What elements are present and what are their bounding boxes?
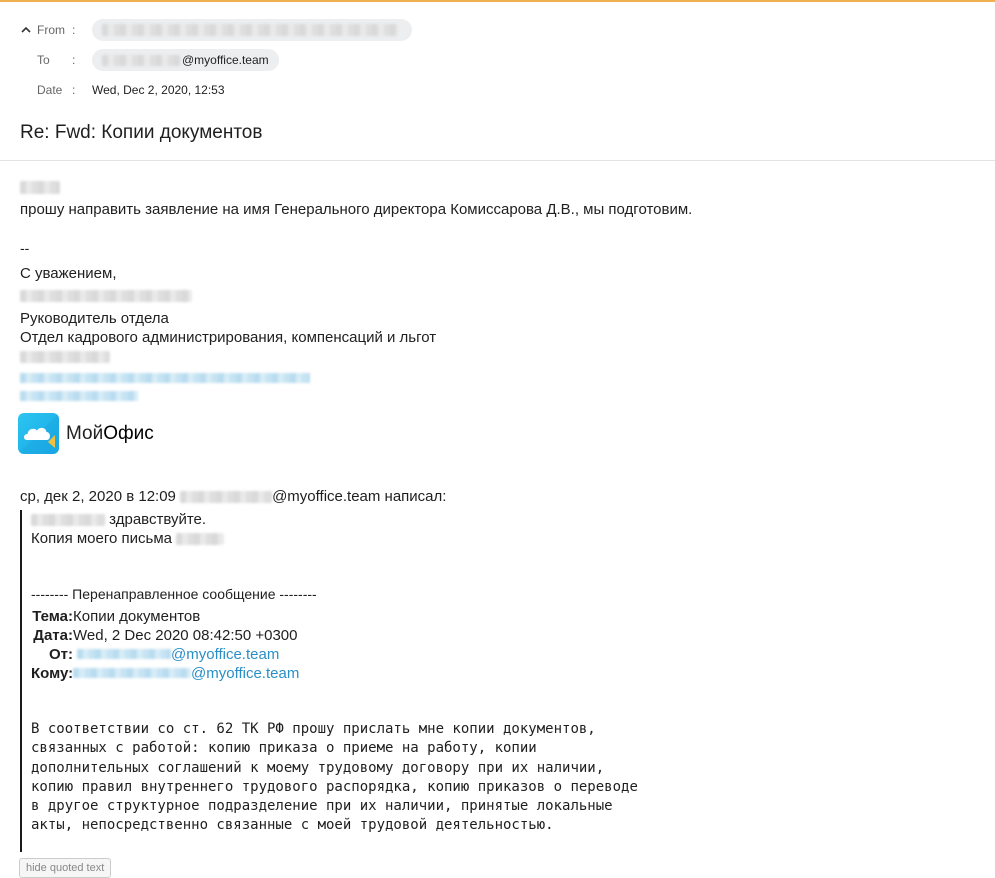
hide-quoted-text-button[interactable]: hide quoted text [19,858,112,878]
logo-wordmark: МойОфис [66,423,154,445]
redacted-greeting-name [20,181,60,198]
redacted-recipient [102,54,180,66]
to-row: To : @myoffice.team [20,49,279,71]
request-line: прошу направить заявление на имя Генерал… [20,201,693,218]
quoted-message: здравствуйте. Копия моего письма -------… [20,510,922,852]
regards-line: С уважением, [20,265,117,282]
to-colon: : [72,53,76,67]
redacted-quoted-name [31,514,105,527]
attribution-date: ср, дек 2, 2020 в 12:09 [20,488,176,505]
redacted-email-link[interactable] [20,370,310,387]
from-row: From : [20,19,412,41]
forward-subject-row: Тема:Копии документов [31,607,299,626]
attribution-author-domain: @myoffice.team написал: [272,488,447,505]
redacted-website-link[interactable] [20,388,138,405]
email-subject: Re: Fwd: Копии документов [20,122,263,143]
quote-attribution: ср, дек 2, 2020 в 12:09 @myoffice.team н… [20,488,446,505]
forward-from-key: От: [48,646,73,663]
from-colon: : [72,23,76,37]
forward-to-row: Кому: @myoffice.team [31,664,299,683]
quoted-copy-line: Копия моего письма [31,530,225,547]
myoffice-logo: МойОфис [18,413,154,454]
quoted-greeting: здравствуйте. [109,511,207,528]
from-address-chip[interactable] [92,19,412,41]
top-accent-line [0,0,995,2]
forward-date-value: Wed, 2 Dec 2020 08:42:50 +0300 [73,627,298,644]
redacted-signer-name [20,289,192,306]
forward-to-link[interactable]: @myoffice.team [73,665,299,682]
forward-fields: Тема:Копии документов Дата:Wed, 2 Dec 20… [31,607,299,683]
date-label: Date [37,83,63,97]
forward-to-key: Кому: [31,665,74,682]
header-divider [0,160,995,161]
quoted-greeting-line: здравствуйте. [31,511,206,528]
signer-department: Отдел кадрового администрирования, компе… [20,329,437,346]
from-label: From [37,23,65,37]
redacted-phone [20,350,110,367]
redacted-sender [102,24,398,36]
signer-position: Руководитель отдела [20,310,169,327]
forward-from-link[interactable]: @myoffice.team [73,646,279,663]
quoted-body-text: В соответствии со ст. 62 ТК РФ прошу при… [31,721,638,834]
logo-text-bold: Офис [103,422,154,444]
forward-from-row: От: @myoffice.team [31,645,299,664]
signature-separator: -- [20,240,30,256]
forward-date-key: Дата: [33,627,73,644]
forward-header: -------- Перенаправленное сообщение ----… [31,586,317,602]
date-colon: : [72,83,76,97]
logo-text-light: Мой [66,422,104,444]
chevron-up-icon[interactable] [20,24,32,36]
forward-subject-value: Копии документов [73,608,201,625]
to-label: To [37,53,50,67]
forward-subject-key: Тема: [32,608,73,625]
forward-date-row: Дата:Wed, 2 Dec 2020 08:42:50 +0300 [31,626,299,645]
cloud-logo-icon [18,413,59,454]
redacted-quoted-word [176,533,225,546]
quoted-copy-text: Копия моего письма [31,530,172,547]
date-value: Wed, Dec 2, 2020, 12:53 [92,83,225,97]
redacted-author [180,491,273,504]
date-row: Date : Wed, Dec 2, 2020, 12:53 [20,79,225,101]
to-address-domain: @myoffice.team [182,53,269,67]
to-address-chip[interactable]: @myoffice.team [92,49,279,71]
